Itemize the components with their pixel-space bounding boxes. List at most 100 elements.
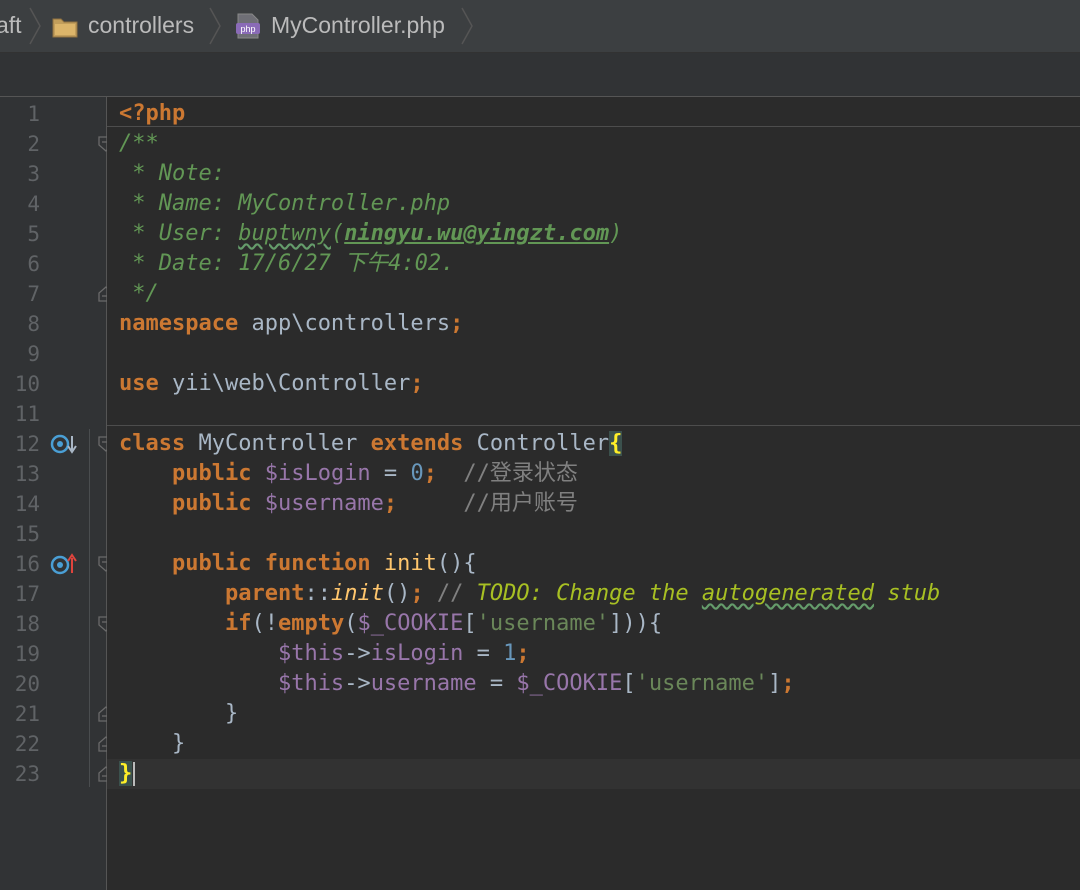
operator: = [370,461,411,486]
code-line-17[interactable]: parent::init(); // TODO: Change the auto… [119,579,940,609]
code-line-5[interactable]: * User: buptwny(ningyu.wu@yingzt.com) [119,219,622,249]
line-number: 4 [27,192,40,216]
keyword: if [224,611,252,636]
implements-down-icon[interactable] [50,432,78,456]
this-variable: $this [277,641,345,666]
code-line-6[interactable]: * Date: 17/6/27 下午4:02. [119,249,454,279]
code-line-19[interactable]: $this->isLogin = 1; [119,639,530,669]
overrides-up-icon[interactable] [50,552,78,576]
line-number: 8 [27,312,40,336]
matched-brace: { [609,431,623,456]
property-variable: $isLogin [251,461,371,486]
doc-comment: /** [119,131,159,156]
function-name: init [370,551,437,576]
superglobal-variable: $_COOKIE [357,611,464,636]
code-line-8[interactable]: namespace app\controllers; [119,309,463,339]
line-number: 17 [14,582,40,606]
php-file-icon: php [236,13,260,39]
editor-toolbar-strip [0,53,1080,97]
line-number: 14 [14,492,40,516]
keyword: public [171,461,252,486]
doc-comment: ) [609,221,623,246]
semicolon: ; [410,581,424,606]
todo-comment: TODO: Change the [476,581,702,606]
line-number: 10 [14,372,40,396]
code-line-10[interactable]: use yii\web\Controller; [119,369,424,399]
function-call: init [330,581,384,606]
current-line-highlight [107,759,1080,789]
php-open-tag: <?php [119,101,186,126]
keyword: extends [370,431,464,456]
line-comment: //登录状态 [436,461,578,486]
breadcrumb-item-parent[interactable]: aft [0,12,22,39]
property-access: isLogin [370,641,464,666]
number-literal: 0 [410,461,424,486]
closing-brace: } [119,701,239,726]
semicolon: ; [781,671,795,696]
property-variable: $username [251,491,384,516]
code-line-1[interactable]: <?php [119,99,185,129]
folder-icon [52,18,78,38]
doc-comment: ( [330,221,345,246]
string-literal: 'username' [476,611,610,636]
breadcrumb-item-controllers[interactable]: controllers [88,12,194,39]
line-number: 1 [27,102,40,126]
operator: -> [344,641,371,666]
doc-comment: * Date: 17/6/27 下午4:02. [119,251,455,276]
svg-text:php: php [240,24,255,34]
doc-comment: */ [119,281,159,306]
code-line-14[interactable]: public $username; //用户账号 [119,489,578,519]
line-number: 23 [14,762,40,786]
code-line-4[interactable]: * Name: MyController.php [119,189,450,219]
code-editor[interactable]: <?php /** * Note: * Name: MyController.p… [107,97,1080,890]
operator: :: [304,581,331,606]
code-line-3[interactable]: * Note: [119,159,225,189]
line-number: 12 [14,432,40,456]
string-literal: 'username' [635,671,769,696]
closing-brace: } [119,731,186,756]
operator: -> [344,671,371,696]
code-line-20[interactable]: $this->username = $_COOKIE['username']; [119,669,795,699]
keyword: public [171,491,252,516]
punctuation: ( [344,611,358,636]
code-line-23[interactable]: } [119,759,136,789]
navigation-breadcrumb: aft controllers php MyController.php [0,0,1080,53]
parent-class-name: Controller [463,431,610,456]
code-line-16[interactable]: public function init(){ [119,549,477,579]
line-number: 2 [27,132,40,156]
editor-gutter: 1 2 3 4 5 6 7 8 9 10 11 12 13 14 15 16 1… [0,97,114,890]
code-line-22[interactable]: } [119,729,185,759]
breadcrumb-item-file[interactable]: MyController.php [271,12,445,39]
line-number: 20 [14,672,40,696]
breadcrumb-chevron-icon [29,7,41,45]
punctuation: () [383,581,411,606]
line-number: 6 [27,252,40,276]
todo-comment-typo: autogenerated [701,581,875,606]
code-line-18[interactable]: if(!empty($_COOKIE['username'])){ [119,609,662,639]
text-caret [133,762,136,786]
line-comment: //用户账号 [397,491,578,516]
class-name: MyController [185,431,371,456]
punctuation: (! [251,611,278,636]
operator: = [463,641,504,666]
line-number: 9 [27,342,40,366]
property-access: username [370,671,477,696]
code-line-12[interactable]: class MyController extends Controller{ [119,429,623,459]
code-line-21[interactable]: } [119,699,238,729]
breadcrumb-chevron-icon [209,7,221,45]
code-line-13[interactable]: public $isLogin = 0; //登录状态 [119,459,578,489]
keyword: use [119,371,159,396]
code-line-7[interactable]: */ [119,279,159,309]
email-link[interactable]: ningyu.wu@yingzt.com [344,221,609,246]
line-number: 19 [14,642,40,666]
punctuation: (){ [436,551,477,576]
keyword: empty [277,611,345,636]
punctuation: [ [463,611,477,636]
code-line-2[interactable]: /** [119,129,159,159]
